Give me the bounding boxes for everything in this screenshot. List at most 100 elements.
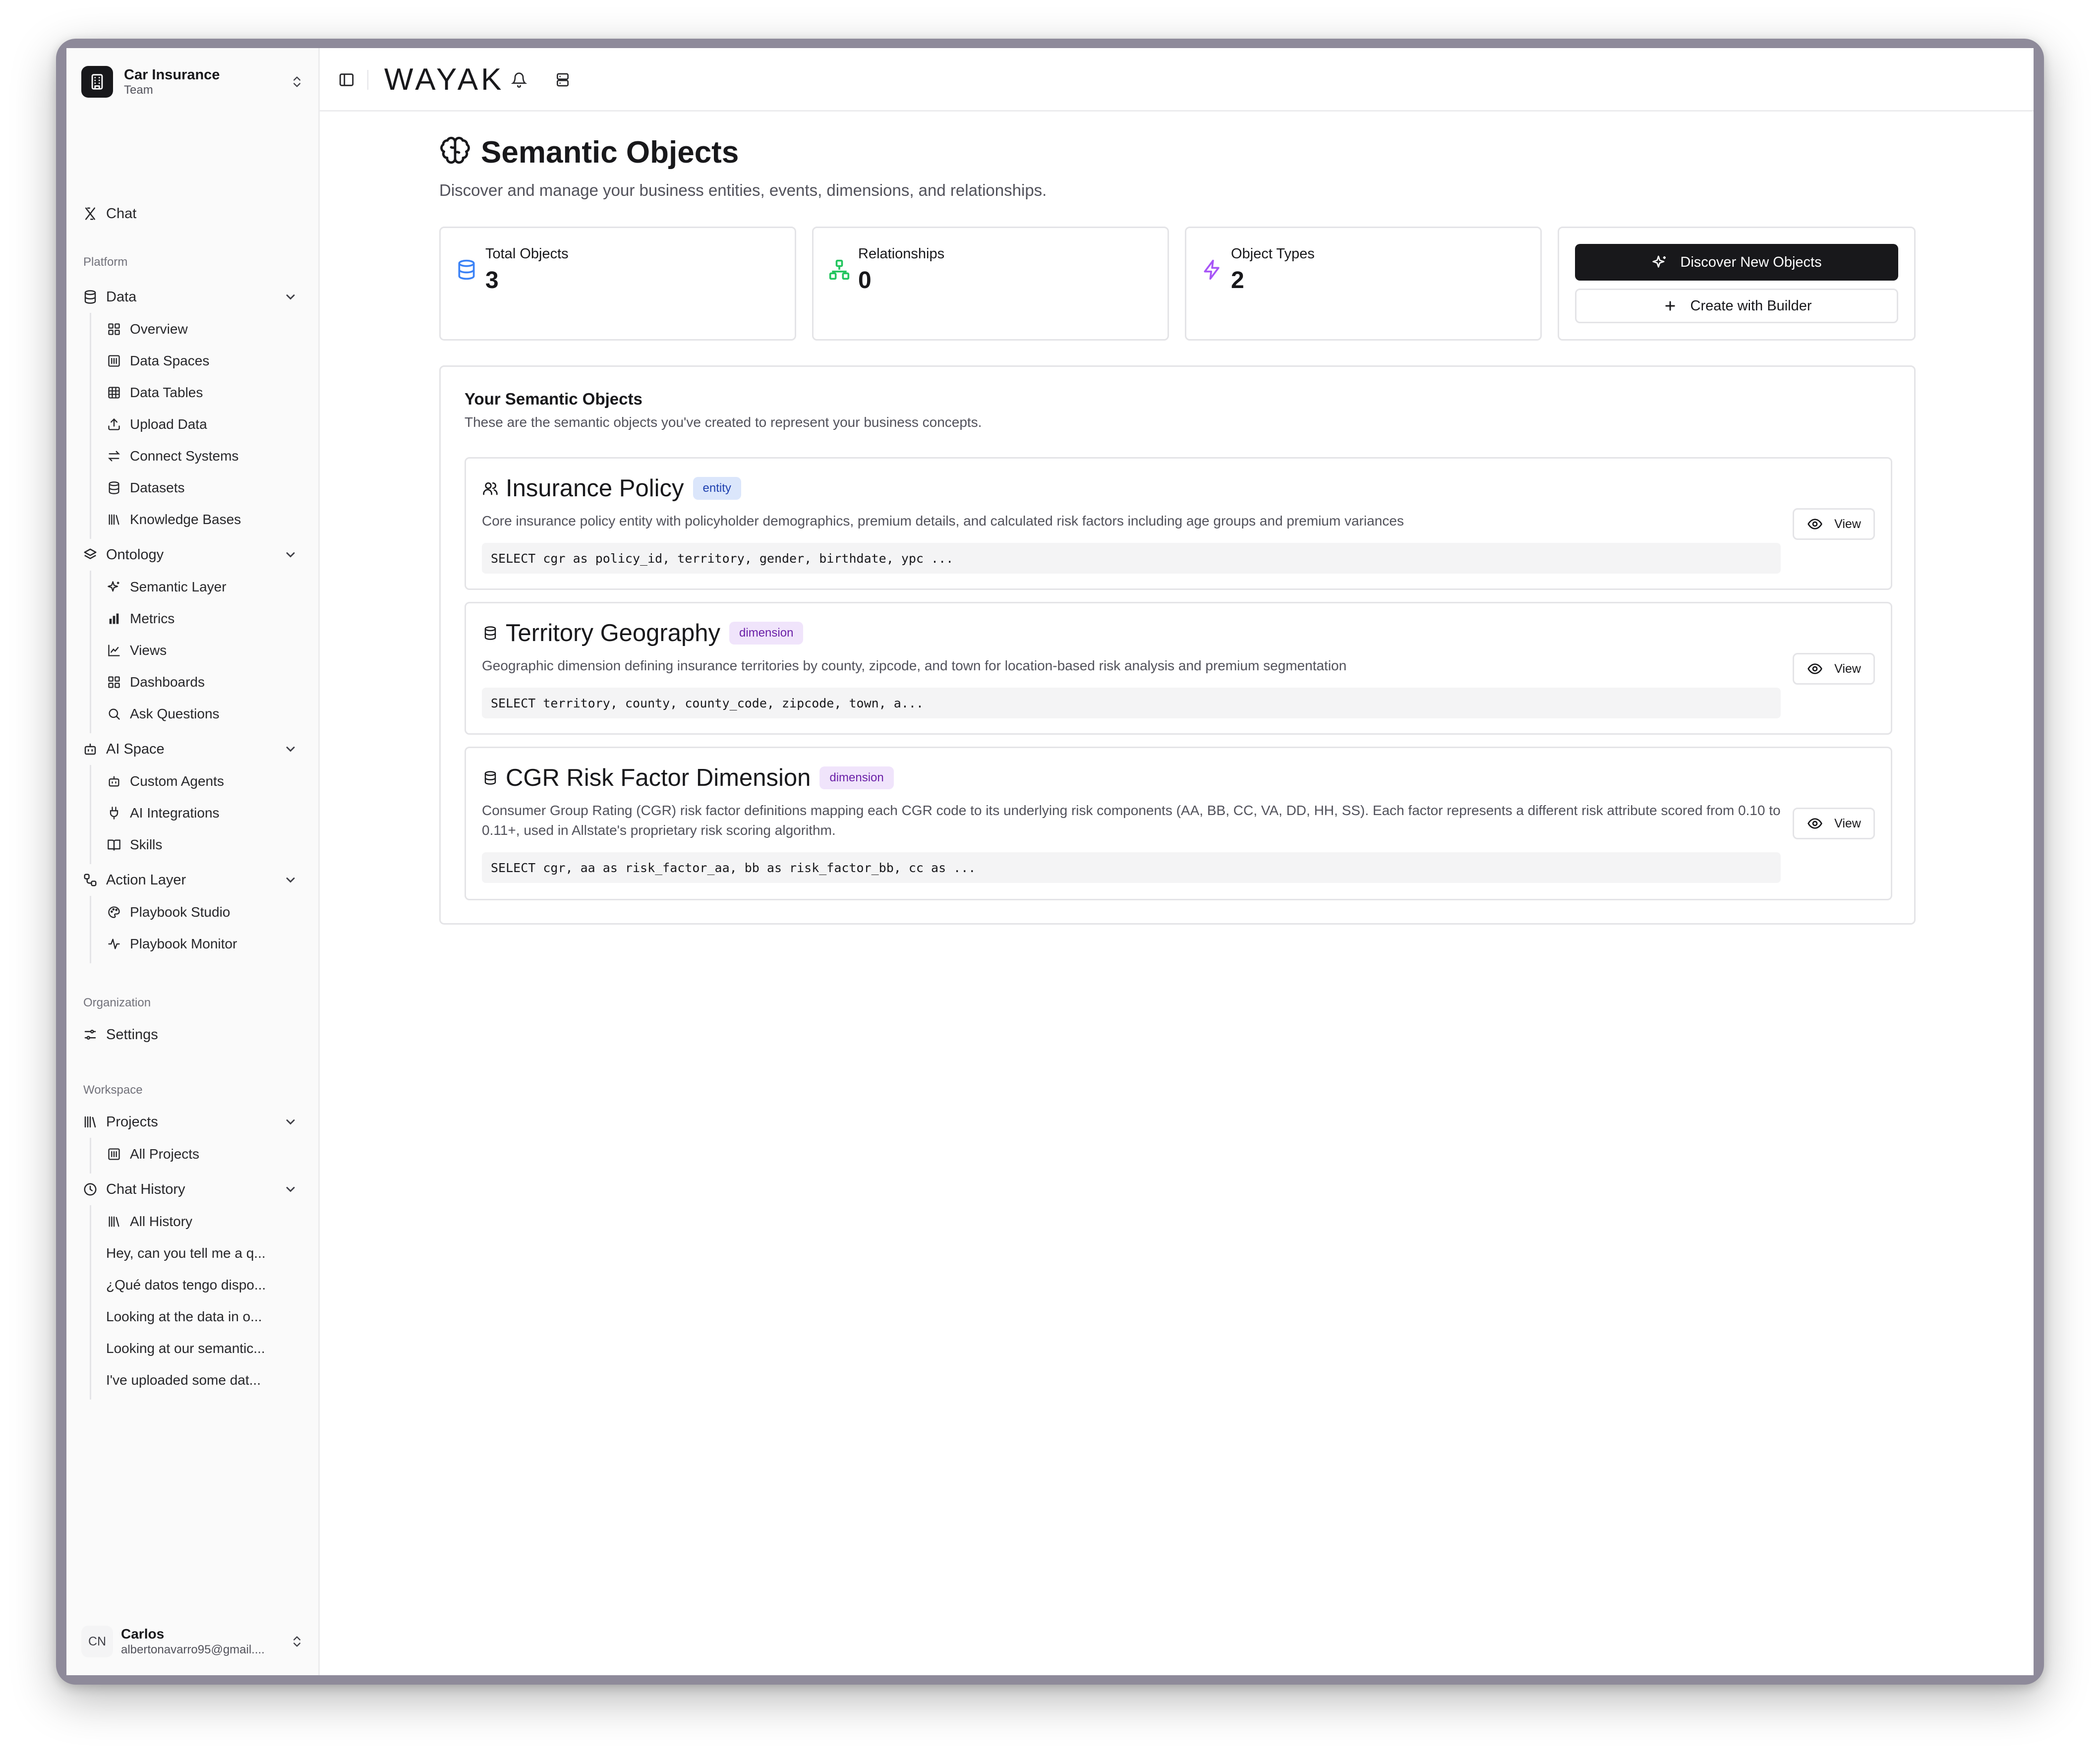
sidebar-item-custom-agents[interactable]: Custom Agents	[106, 767, 304, 795]
main-area: WAYAK Semantic Objects Discover and mana…	[320, 48, 2034, 1675]
avatar: CN	[81, 1626, 113, 1657]
object-sql: SELECT territory, county, county_code, z…	[482, 688, 1781, 718]
server-icon[interactable]	[553, 70, 573, 90]
sidebar-item-label: Metrics	[130, 611, 175, 626]
sidebar-item-metrics[interactable]: Metrics	[106, 605, 304, 633]
page-subtitle: Discover and manage your business entiti…	[439, 181, 1047, 199]
sidebar-item-label: Overview	[130, 321, 188, 337]
tree-line	[90, 571, 91, 733]
sidebar-group-action-layer[interactable]: Action Layer	[81, 866, 304, 894]
chevrons-up-down-icon	[290, 72, 304, 92]
arrows-exchange-icon	[106, 448, 122, 464]
sidebar-item-settings[interactable]: Settings	[81, 1021, 304, 1049]
sidebar-item-playbook-monitor[interactable]: Playbook Monitor	[106, 930, 304, 958]
library-icon	[106, 512, 122, 528]
sidebar-item-connect-systems[interactable]: Connect Systems	[106, 442, 304, 470]
table-icon	[106, 385, 122, 401]
sparkles-icon	[1651, 254, 1668, 271]
object-name: Territory Geography	[506, 620, 721, 646]
plus-icon	[1662, 297, 1679, 314]
building-icon	[106, 353, 122, 369]
sidebar-item-label: Semantic Layer	[130, 579, 227, 594]
sidebar-item-overview[interactable]: Overview	[106, 315, 304, 343]
sidebar-item-data-spaces[interactable]: Data Spaces	[106, 347, 304, 375]
chat-history-item[interactable]: I've uploaded some dat...	[106, 1366, 304, 1394]
sidebar-item-all-history[interactable]: All History	[106, 1208, 304, 1235]
object-description: Consumer Group Rating (CGR) risk factor …	[482, 803, 1781, 838]
library-icon	[106, 1214, 122, 1230]
sidebar-group-ai-space[interactable]: AI Space	[81, 735, 304, 763]
sidebar-item-label: Playbook Studio	[130, 904, 231, 920]
chat-history-item[interactable]: Looking at the data in o...	[106, 1303, 304, 1331]
database-icon	[106, 480, 122, 496]
page-header: Semantic Objects	[439, 132, 739, 172]
users-icon	[482, 480, 499, 497]
actions-card: Discover New Objects Create with Builder	[1558, 227, 1916, 341]
settings-sliders-icon	[81, 1026, 99, 1044]
database-icon	[81, 288, 99, 306]
team-switcher[interactable]: Car Insurance Team	[81, 64, 304, 100]
stat-card-relationships: Relationships 0	[812, 227, 1169, 341]
sidebar-item-label: Ask Questions	[130, 706, 220, 721]
sidebar-item-skills[interactable]: Skills	[106, 831, 304, 859]
zap-icon	[1204, 259, 1220, 280]
upload-icon	[106, 416, 122, 432]
chat-logo-icon	[81, 205, 99, 223]
sidebar-item-data-tables[interactable]: Data Tables	[106, 379, 304, 407]
view-button[interactable]: View	[1793, 653, 1875, 685]
user-name: Carlos	[121, 1626, 165, 1642]
team-name: Car Insurance	[124, 67, 220, 83]
sidebar-item-label: Custom Agents	[130, 773, 224, 789]
eye-icon	[1807, 660, 1823, 677]
sidebar-item-playbook-studio[interactable]: Playbook Studio	[106, 898, 304, 926]
object-description: Core insurance policy entity with policy…	[482, 513, 1404, 528]
sidebar-item-label: Playbook Monitor	[130, 936, 237, 951]
sidebar-group-chat-history[interactable]: Chat History	[81, 1175, 304, 1203]
user-email: albertonavarro95@gmail....	[121, 1643, 265, 1656]
sidebar-item-semantic-layer[interactable]: Semantic Layer	[106, 573, 304, 601]
chevron-down-icon	[286, 294, 295, 300]
sidebar-item-label: All Projects	[130, 1146, 200, 1162]
tree-line	[90, 896, 91, 963]
chat-history-item[interactable]: Hey, can you tell me a q...	[106, 1239, 304, 1267]
group-label-organization: Organization	[83, 996, 151, 1009]
sidebar-item-dashboards[interactable]: Dashboards	[106, 668, 304, 696]
button-label: Create with Builder	[1690, 297, 1812, 314]
sidebar-toggle-icon[interactable]	[337, 70, 356, 90]
chat-history-item[interactable]: Looking at our semantic...	[106, 1335, 304, 1362]
sidebar-group-data[interactable]: Data	[81, 283, 304, 311]
sidebar-item-upload-data[interactable]: Upload Data	[106, 410, 304, 438]
sidebar-item-label: Views	[130, 643, 167, 658]
sidebar-group-ontology[interactable]: Ontology	[81, 541, 304, 569]
object-name: Insurance Policy	[506, 475, 684, 502]
network-icon	[829, 259, 850, 280]
sidebar-item-all-projects[interactable]: All Projects	[106, 1140, 304, 1168]
view-button[interactable]: View	[1793, 808, 1875, 839]
sidebar-item-knowledge-bases[interactable]: Knowledge Bases	[106, 506, 304, 533]
sidebar-group-projects[interactable]: Projects	[81, 1108, 304, 1136]
chat-history-item[interactable]: ¿Qué datos tengo dispo...	[106, 1271, 304, 1299]
bell-icon[interactable]	[509, 70, 529, 90]
user-menu[interactable]: CN Carlos albertonavarro95@gmail....	[81, 1622, 304, 1661]
sidebar-item-label: Datasets	[130, 480, 185, 495]
sidebar-item-ai-integrations[interactable]: AI Integrations	[106, 799, 304, 827]
sidebar-item-label: Data Tables	[130, 385, 203, 400]
sidebar-item-label: Chat	[106, 205, 137, 222]
view-button[interactable]: View	[1793, 508, 1875, 540]
sidebar-item-ask-questions[interactable]: Ask Questions	[106, 700, 304, 728]
sidebar-item-label: Action Layer	[106, 872, 186, 888]
sidebar-item-label: Settings	[106, 1026, 158, 1043]
sidebar-item-chat[interactable]: Chat	[81, 200, 304, 228]
library-icon	[81, 1113, 99, 1131]
sidebar-item-label: AI Space	[106, 741, 165, 757]
tree-line	[90, 1138, 91, 1173]
sidebar-item-label: Projects	[106, 1114, 158, 1130]
create-with-builder-button[interactable]: Create with Builder	[1575, 289, 1898, 323]
sidebar-item-views[interactable]: Views	[106, 637, 304, 664]
sidebar-item-datasets[interactable]: Datasets	[106, 474, 304, 502]
discover-new-objects-button[interactable]: Discover New Objects	[1575, 244, 1898, 281]
sidebar-item-label: AI Integrations	[130, 805, 220, 821]
sidebar-item-label: Knowledge Bases	[130, 512, 241, 527]
sidebar-item-label: Connect Systems	[130, 448, 239, 464]
tree-line	[90, 313, 91, 539]
